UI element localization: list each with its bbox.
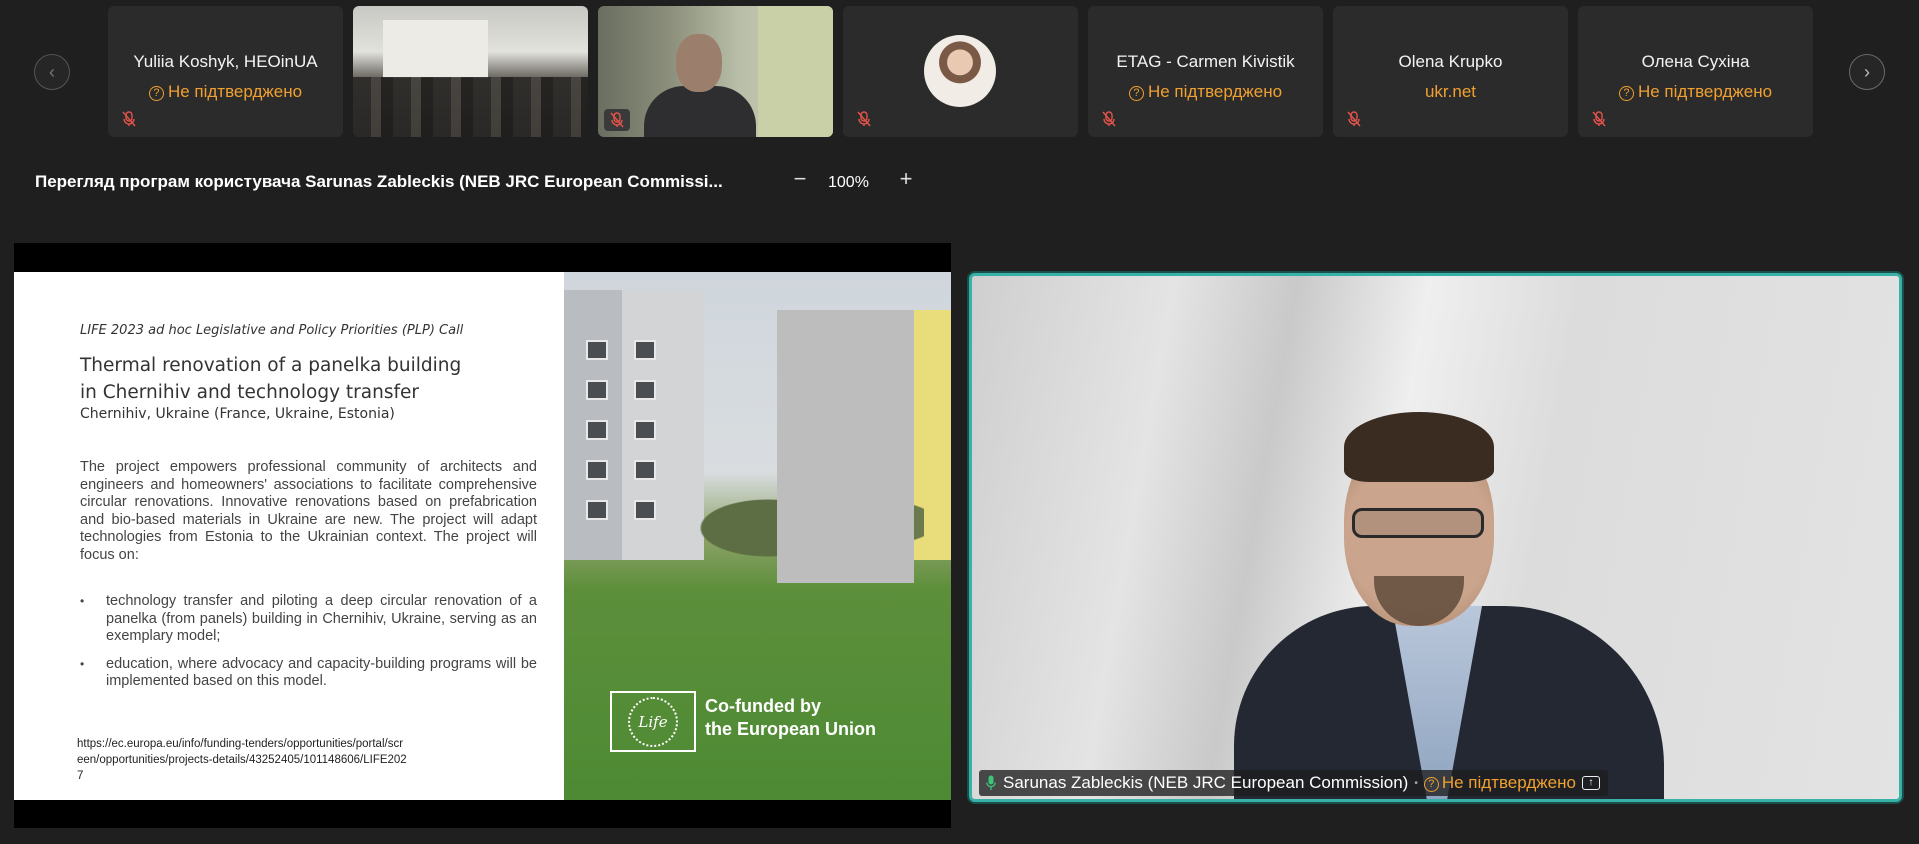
mic-off-icon [604,109,630,131]
zoom-out-button[interactable]: − [788,168,812,192]
list-item: education, where advocacy and capacity-b… [80,656,537,691]
speaker-name: Sarunas Zableckis (NEB JRC European Comm… [1003,773,1409,792]
mic-off-icon [1343,109,1365,129]
slide-body-text: The project empowers professional commun… [80,459,537,563]
mic-off-icon [1588,109,1610,129]
participant-status: ? Не підтверджено [1088,82,1323,102]
list-item: technology transfer and piloting a deep … [80,593,537,646]
participant-status: ukr.net [1424,82,1477,101]
question-circle-icon: ? [1423,777,1439,792]
participant-video-tile[interactable] [353,6,588,137]
gallery-prev-button[interactable]: ‹ [34,54,70,90]
mic-off-icon [118,109,140,129]
cofunded-text: Co-funded by the European Union [705,696,876,739]
speaker-video[interactable]: Sarunas Zableckis (NEB JRC European Comm… [969,273,1902,802]
screen-share-title: Перегляд програм користувача Sarunas Zab… [35,172,723,191]
chevron-right-icon: › [1864,61,1870,82]
participant-tile[interactable]: Yuliia Koshyk, HEOinUA ? Не підтверджено [108,6,343,137]
mic-off-icon [1098,109,1120,129]
conference-room-video [353,6,588,137]
slide-photo-panel: Life Co-funded by the European Union [564,272,951,800]
plus-icon: + [899,166,913,191]
participant-name: Olena Krupko [1398,52,1503,71]
question-circle-icon: ? [1128,86,1144,101]
gallery-next-button[interactable]: › [1849,54,1885,90]
avatar [924,35,996,107]
mic-off-icon [853,109,875,129]
zoom-in-button[interactable]: + [894,168,918,192]
mic-icon [985,775,997,791]
presentation-slide: LIFE 2023 ad hoc Legislative and Policy … [14,272,951,800]
slide-text-panel: LIFE 2023 ad hoc Legislative and Policy … [14,272,564,800]
screen-share-icon: ↑ [1581,776,1600,790]
participant-tile[interactable]: Олена Сухіна ? Не підтверджено [1578,6,1813,137]
participant-status: ? Не підтверджено [108,82,343,102]
slide-subtitle: Chernihiv, Ukraine (France, Ukraine, Est… [80,406,395,422]
participant-video-tile[interactable] [598,6,833,137]
slide-call-label: LIFE 2023 ad hoc Legislative and Policy … [80,323,464,338]
question-circle-icon: ? [148,86,164,101]
participant-camera-video [598,6,833,137]
slide-url: https://ec.europa.eu/info/funding-tender… [77,738,407,782]
participant-name: ETAG - Carmen Kivistik [1116,52,1295,71]
shared-screen[interactable]: LIFE 2023 ad hoc Legislative and Policy … [14,243,951,828]
participant-tile[interactable]: ETAG - Carmen Kivistik ? Не підтверджено [1088,6,1323,137]
slide-title: Thermal renovation of a panelka building… [80,355,462,403]
question-circle-icon: ? [1618,86,1634,101]
life-logo: Life [610,691,696,752]
participant-status: ? Не підтверджено [1578,82,1813,102]
separator: • [1414,777,1418,789]
speaker-name-tag: Sarunas Zableckis (NEB JRC European Comm… [979,770,1608,796]
speaker-status: ? Не підтверджено [1423,773,1576,793]
participant-tile[interactable] [843,6,1078,137]
chevron-left-icon: ‹ [49,61,55,82]
participant-name: Yuliia Koshyk, HEOinUA [133,52,318,71]
participant-tile[interactable]: Olena Krupko ukr.net [1333,6,1568,137]
participant-gallery: ‹ Yuliia Koshyk, HEOinUA ? Не підтверджен… [0,0,1919,140]
participant-name: Олена Сухіна [1641,52,1750,71]
zoom-level: 100% [828,174,869,191]
minus-icon: − [793,166,807,191]
slide-bullet-list: technology transfer and piloting a deep … [80,593,537,701]
grey-placeholder [777,310,914,583]
